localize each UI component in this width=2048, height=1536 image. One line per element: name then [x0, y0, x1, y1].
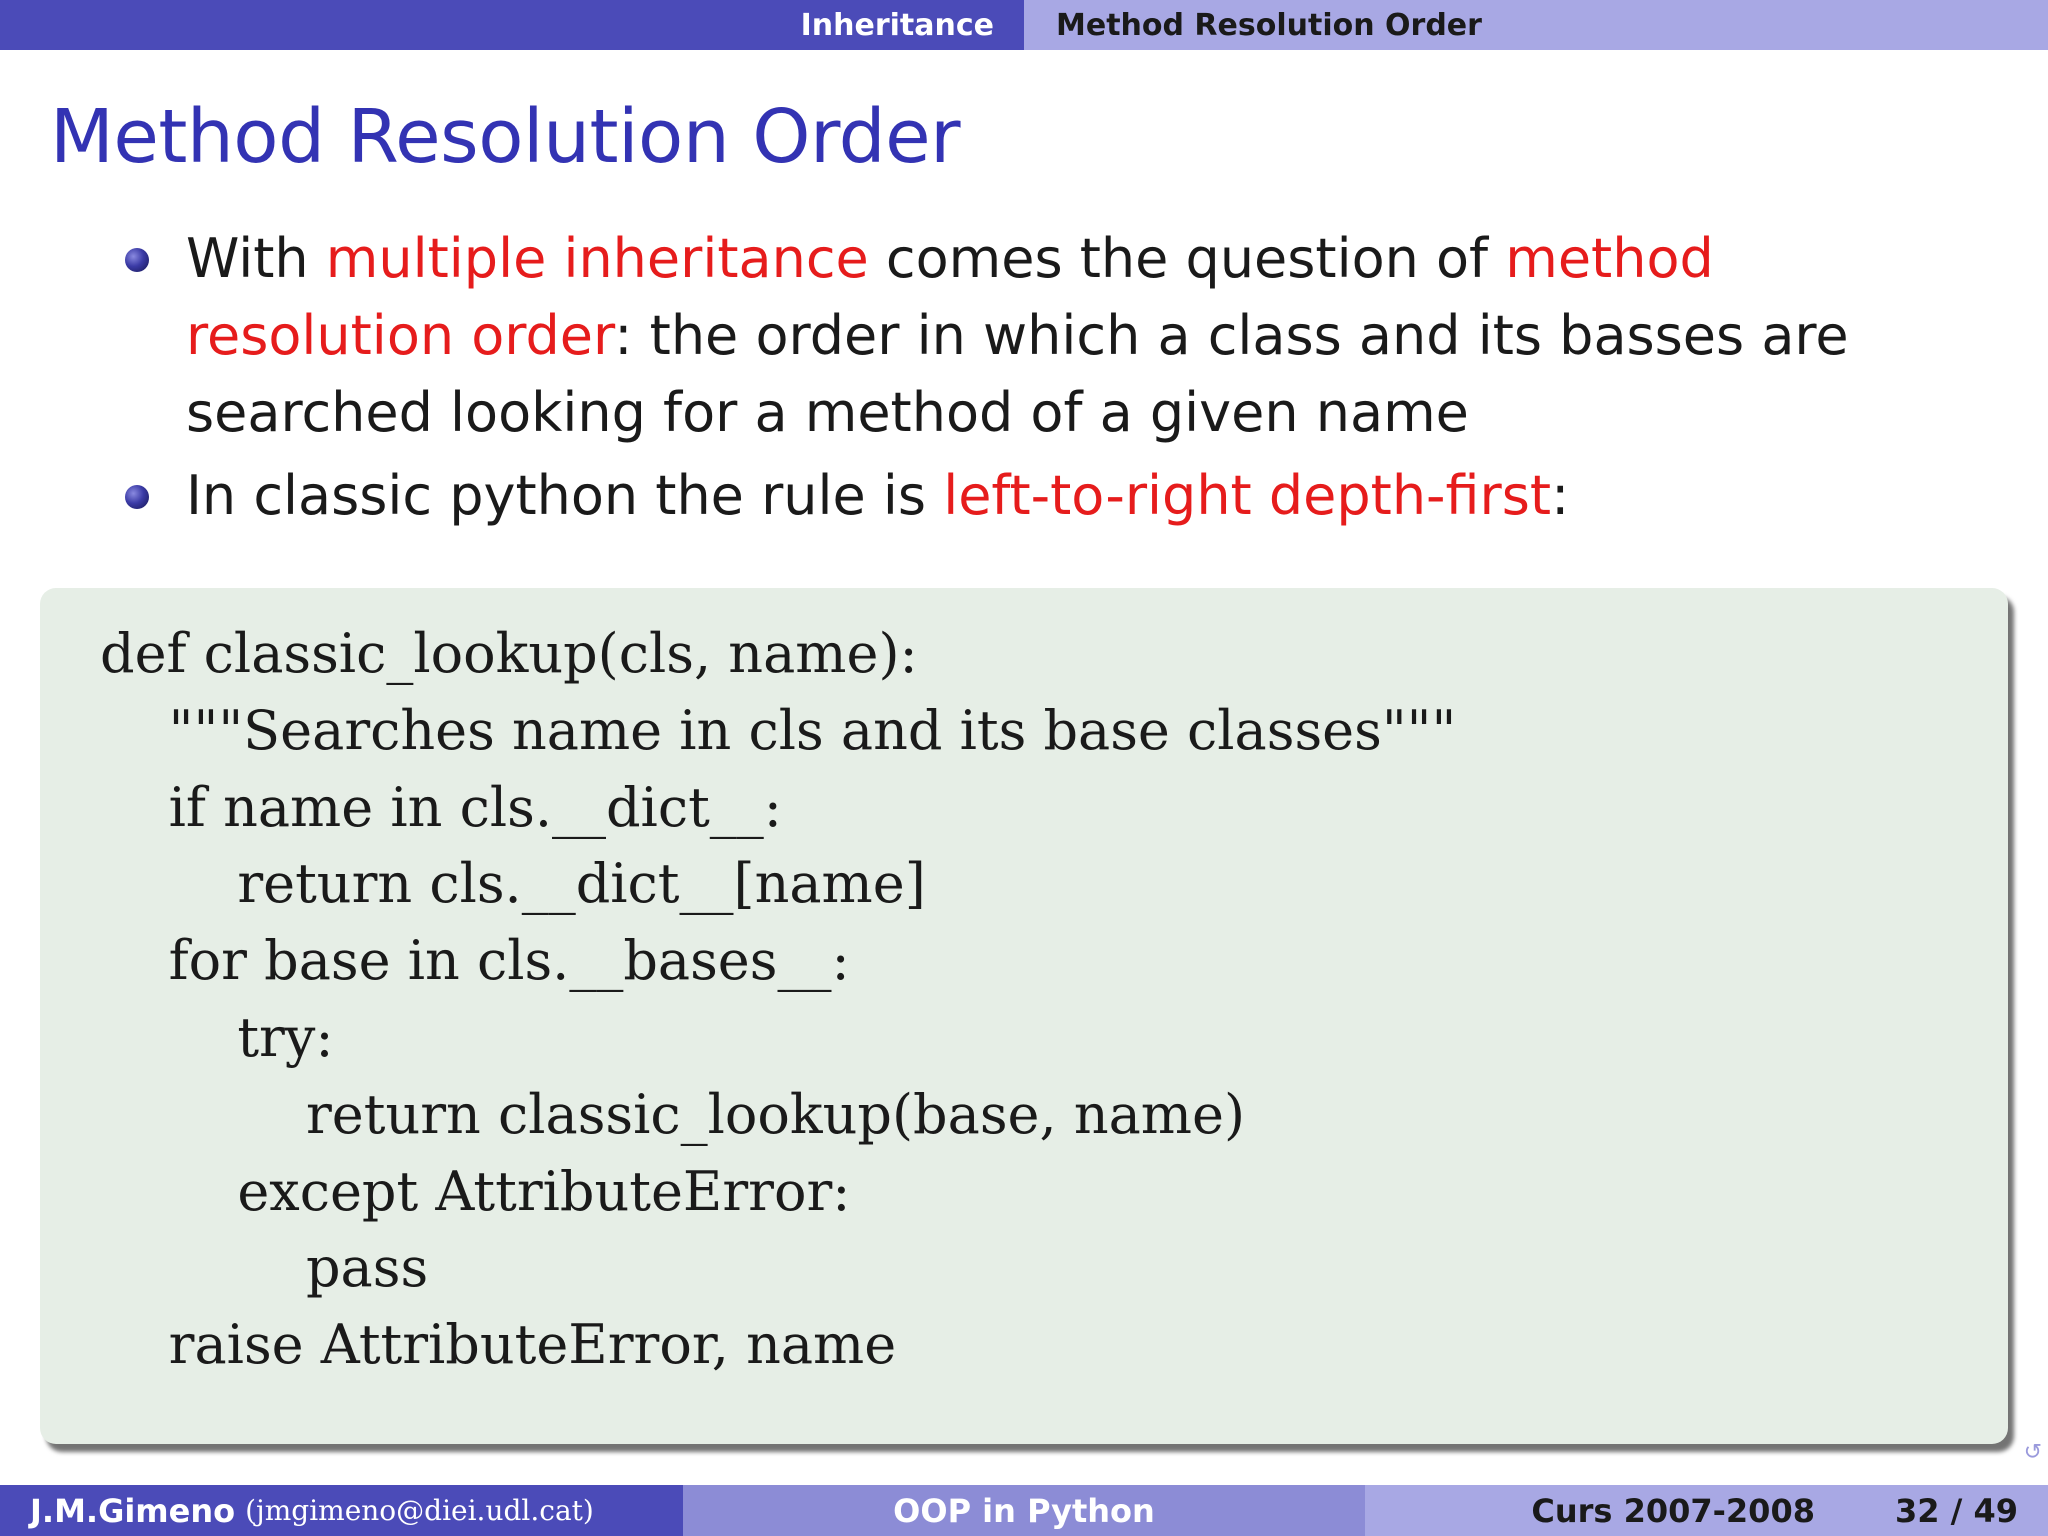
footer-author-area: J.M.Gimeno (jmgimeno@diei.udl.cat): [0, 1485, 683, 1536]
footer-page-number: 32 / 49: [1894, 1491, 2018, 1530]
footer-course: Curs 2007-2008: [1531, 1491, 1815, 1530]
code-line: try:: [100, 1005, 334, 1069]
footer-email: (jmgimeno@diei.udl.cat): [245, 1494, 594, 1527]
navigation-symbols-icon[interactable]: ↺: [2024, 1440, 2042, 1465]
bullet-text: comes the question of: [868, 227, 1506, 290]
code-line: return cls.__dict__[name]: [100, 852, 926, 916]
bullet-list: With multiple inheritance comes the ques…: [120, 220, 1940, 534]
highlighted-term: multiple inheritance: [325, 227, 869, 290]
footer-title: OOP in Python: [893, 1491, 1155, 1530]
slide-title: Method Resolution Order: [50, 94, 961, 180]
code-line: except AttributeError:: [100, 1159, 851, 1223]
code-block: def classic_lookup(cls, name): """Search…: [40, 588, 2008, 1444]
code-listing: def classic_lookup(cls, name): """Search…: [100, 616, 1456, 1384]
bullet-text: In classic python the rule is: [186, 464, 944, 527]
footer-author: J.M.Gimeno: [30, 1491, 236, 1530]
highlighted-term: left-to-right depth-first: [943, 464, 1552, 527]
bullet-item: With multiple inheritance comes the ques…: [120, 220, 1940, 451]
top-navigation-bar: Inheritance Method Resolution Order: [0, 0, 2048, 50]
code-line: for base in cls.__bases__:: [100, 929, 850, 993]
bullet-text: With: [186, 227, 326, 290]
footer-bar: J.M.Gimeno (jmgimeno@diei.udl.cat) OOP i…: [0, 1485, 2048, 1536]
bullet-dot-icon: [125, 485, 149, 509]
code-line: if name in cls.__dict__:: [100, 775, 782, 839]
code-line: """Searches name in cls and its base cla…: [100, 698, 1457, 762]
nav-subsection-link[interactable]: Method Resolution Order: [1056, 8, 1482, 43]
bullet-dot-icon: [125, 248, 149, 272]
bullet-item: In classic python the rule is left-to-ri…: [120, 457, 1940, 534]
code-line: def classic_lookup(cls, name):: [100, 622, 918, 685]
code-line: return classic_lookup(base, name): [100, 1082, 1246, 1146]
code-line: raise AttributeError, name: [100, 1313, 897, 1377]
bullet-text: :: [1551, 464, 1570, 527]
nav-section-area: Inheritance: [0, 0, 1024, 50]
code-line: pass: [100, 1236, 429, 1300]
nav-section-link[interactable]: Inheritance: [801, 8, 994, 43]
nav-subsection-area: Method Resolution Order: [1024, 0, 2048, 50]
footer-title-area: OOP in Python: [683, 1485, 1365, 1536]
footer-info-area: Curs 2007-2008 32 / 49: [1365, 1485, 2048, 1536]
